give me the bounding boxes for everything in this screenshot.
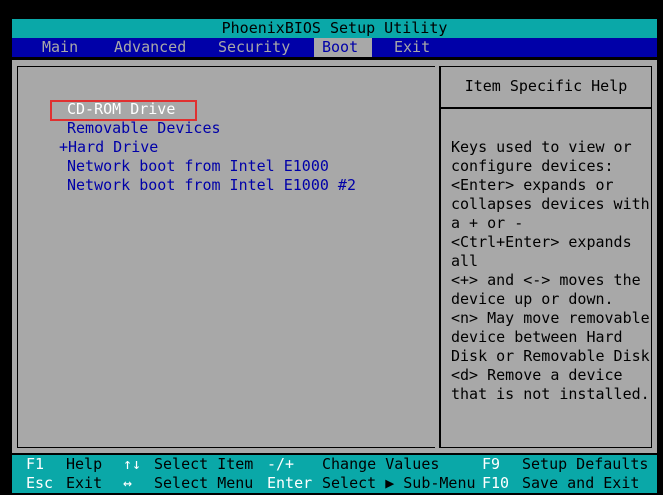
menu-tab-main[interactable]: Main bbox=[42, 38, 78, 57]
boot-item-removable[interactable]: Removable Devices bbox=[67, 119, 221, 138]
key-legend-footer: F1 Help ↑↓ Select Item -/+ Change Values… bbox=[12, 455, 657, 493]
key-setup-defaults-desc: Setup Defaults bbox=[522, 455, 649, 473]
help-line: all bbox=[451, 252, 479, 270]
boot-item-network-1[interactable]: Network boot from Intel E1000 bbox=[67, 157, 329, 176]
help-line: <+> and <-> moves the bbox=[451, 271, 641, 289]
menu-tab-boot[interactable]: Boot bbox=[314, 38, 373, 57]
bios-title-bar: PhoenixBIOS Setup Utility bbox=[12, 19, 657, 38]
help-line: <Enter> expands or bbox=[451, 176, 614, 194]
help-line: collapses devices with bbox=[451, 195, 650, 213]
boot-item-cd-rom[interactable]: CD-ROM Drive bbox=[67, 100, 175, 119]
help-line: <d> Remove a device bbox=[451, 366, 623, 384]
boot-item-network-2[interactable]: Network boot from Intel E1000 #2 bbox=[67, 176, 356, 195]
main-panel: CD-ROM Drive Removable Devices +Hard Dri… bbox=[12, 60, 657, 453]
help-line: <Ctrl+Enter> expands bbox=[451, 233, 632, 251]
help-title: Item Specific Help bbox=[441, 67, 651, 109]
help-line: Disk or Removable Disk bbox=[451, 347, 650, 365]
key-select-submenu-desc: Select ▶ Sub-Menu bbox=[322, 474, 476, 492]
boot-order-pane: CD-ROM Drive Removable Devices +Hard Dri… bbox=[17, 66, 435, 448]
key-exit-desc: Exit bbox=[66, 474, 103, 492]
help-line: configure devices: bbox=[451, 157, 614, 175]
menu-bar: Main Advanced Security Boot Exit bbox=[12, 38, 657, 57]
help-line: <n> May move removable bbox=[451, 309, 650, 327]
menu-tab-advanced[interactable]: Advanced bbox=[114, 38, 186, 57]
key-f9[interactable]: F9 bbox=[482, 455, 500, 474]
key-change-values-desc: Change Values bbox=[322, 455, 440, 473]
key-up-down-arrows-icon[interactable]: ↑↓ bbox=[123, 455, 141, 474]
key-f10[interactable]: F10 bbox=[482, 474, 509, 493]
key-select-item-desc: Select Item bbox=[154, 455, 254, 473]
menu-tab-exit[interactable]: Exit bbox=[394, 38, 430, 57]
key-select-menu-desc: Select Menu bbox=[154, 474, 254, 492]
key-save-exit-desc: Save and Exit bbox=[522, 474, 640, 492]
key-minus-plus[interactable]: -/+ bbox=[267, 455, 294, 474]
key-enter[interactable]: Enter bbox=[267, 474, 312, 493]
key-esc[interactable]: Esc bbox=[26, 474, 53, 493]
key-f1[interactable]: F1 bbox=[26, 455, 44, 474]
help-line: device between Hard bbox=[451, 328, 623, 346]
help-pane: Item Specific Help Keys used to view or … bbox=[439, 66, 652, 448]
key-f1-desc: Help bbox=[66, 455, 103, 473]
help-line: device up or down. bbox=[451, 290, 614, 308]
help-line: a + or - bbox=[451, 214, 524, 232]
menu-tab-security[interactable]: Security bbox=[218, 38, 290, 57]
boot-item-hard-drive[interactable]: +Hard Drive bbox=[59, 138, 158, 157]
key-left-right-arrows-icon[interactable]: ↔ bbox=[123, 474, 132, 493]
bios-title: PhoenixBIOS Setup Utility bbox=[221, 19, 448, 37]
help-line: that is not installed. bbox=[451, 385, 650, 403]
help-line: Keys used to view or bbox=[451, 138, 632, 156]
